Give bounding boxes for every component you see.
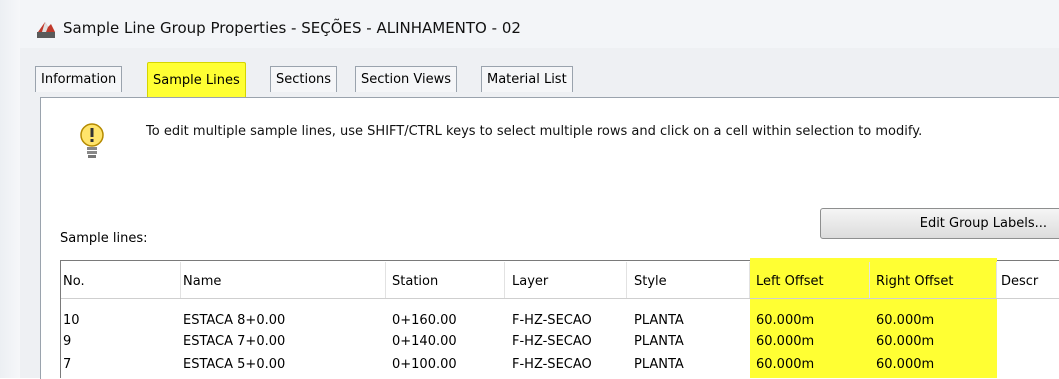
left-edge-strip: [0, 0, 22, 378]
column-separator: [626, 262, 627, 298]
cell-left-offset[interactable]: 60.000m: [756, 313, 814, 328]
column-header-style[interactable]: Style: [634, 274, 667, 289]
exclamation-bulb-icon: [80, 123, 104, 158]
column-separator: [504, 262, 505, 298]
column-header-no[interactable]: No.: [63, 274, 85, 289]
column-separator: [869, 262, 870, 298]
cell-layer[interactable]: F-HZ-SECAO: [512, 313, 592, 328]
cell-left-offset[interactable]: 60.000m: [756, 357, 814, 372]
cell-style[interactable]: PLANTA: [634, 313, 684, 328]
tab-sample-lines[interactable]: Sample Lines: [147, 62, 246, 100]
cell-no[interactable]: 7: [63, 357, 71, 372]
column-separator: [996, 262, 997, 298]
column-separator: [180, 262, 181, 298]
info-message: To edit multiple sample lines, use SHIFT…: [146, 124, 923, 139]
column-header-left-offset[interactable]: Left Offset: [756, 274, 824, 289]
cell-layer[interactable]: F-HZ-SECAO: [512, 357, 592, 372]
window-title: Sample Line Group Properties - SEÇÕES - …: [63, 19, 521, 37]
tab-material-list[interactable]: Material List: [481, 66, 573, 92]
column-separator: [749, 262, 750, 298]
tab-information[interactable]: Information: [35, 66, 123, 92]
header-divider: [61, 298, 1059, 299]
cell-left-offset[interactable]: 60.000m: [756, 334, 814, 349]
edit-group-labels-button[interactable]: Edit Group Labels...: [820, 208, 1059, 239]
cell-layer[interactable]: F-HZ-SECAO: [512, 334, 592, 349]
cell-style[interactable]: PLANTA: [634, 357, 684, 372]
column-header-layer[interactable]: Layer: [512, 274, 548, 289]
cell-style[interactable]: PLANTA: [634, 334, 684, 349]
title-bar: Sample Line Group Properties - SEÇÕES - …: [20, 0, 1059, 48]
sample-lines-label: Sample lines:: [60, 231, 148, 246]
cell-right-offset[interactable]: 60.000m: [876, 334, 934, 349]
cell-right-offset[interactable]: 60.000m: [876, 313, 934, 328]
column-header-description[interactable]: Descr: [1001, 274, 1038, 289]
column-header-name[interactable]: Name: [183, 274, 221, 289]
cell-right-offset[interactable]: 60.000m: [876, 357, 934, 372]
cell-name[interactable]: ESTACA 8+0.00: [183, 313, 285, 328]
cell-name[interactable]: ESTACA 7+0.00: [183, 334, 285, 349]
tab-sections[interactable]: Sections: [270, 66, 338, 92]
cell-station[interactable]: 0+100.00: [392, 357, 457, 372]
cell-station[interactable]: 0+160.00: [392, 313, 457, 328]
tab-section-views[interactable]: Section Views: [355, 66, 458, 92]
column-separator: [385, 262, 386, 298]
cell-station[interactable]: 0+140.00: [392, 334, 457, 349]
cell-no[interactable]: 9: [63, 334, 71, 349]
cell-name[interactable]: ESTACA 5+0.00: [183, 357, 285, 372]
civil3d-app-icon: [37, 22, 55, 38]
cell-no[interactable]: 10: [63, 313, 80, 328]
column-header-right-offset[interactable]: Right Offset: [876, 274, 953, 289]
column-header-station[interactable]: Station: [392, 274, 438, 289]
